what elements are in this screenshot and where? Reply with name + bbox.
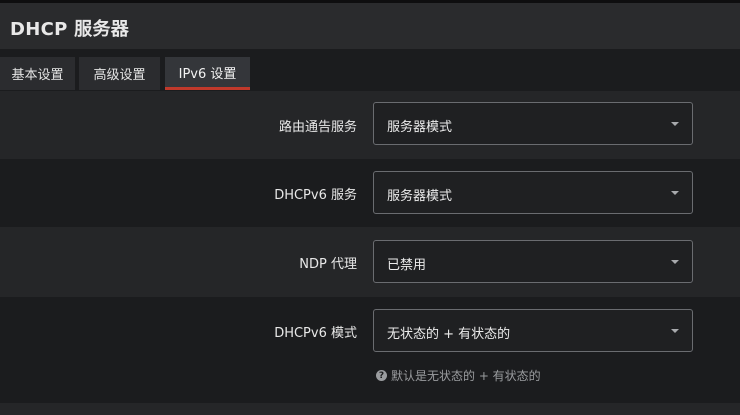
dhcpv6-mode-hint-text: 默认是无状态的 + 有状态的 [391, 369, 541, 383]
caret-down-icon [671, 122, 679, 126]
caret-down-icon [671, 260, 679, 264]
router-advertisement-select[interactable]: 服务器模式 [373, 102, 693, 145]
page-header: DHCP 服务器 [0, 3, 740, 49]
router-advertisement-label: 路由通告服务 [278, 120, 357, 135]
dhcpv6-service-label: DHCPv6 服务 [274, 188, 357, 203]
row-ndp-proxy: NDP 代理 已禁用 [0, 227, 740, 297]
tab-basic-settings[interactable]: 基本设置 [0, 57, 75, 90]
tab-ipv6-settings[interactable]: IPv6 设置 [165, 57, 250, 90]
dhcpv6-mode-select[interactable]: 无状态的 + 有状态的 [373, 309, 693, 352]
caret-down-icon [671, 191, 679, 195]
dhcpv6-mode-value: 无状态的 + 有状态的 [387, 327, 511, 342]
dhcpv6-mode-label: DHCPv6 模式 [274, 326, 357, 341]
tab-bar: 基本设置 高级设置 IPv6 设置 [0, 49, 740, 91]
dhcpv6-service-value: 服务器模式 [387, 189, 453, 204]
dhcpv6-service-select[interactable]: 服务器模式 [373, 171, 693, 214]
row-router-advertisement: 路由通告服务 服务器模式 [0, 91, 740, 159]
row-dhcpv6-mode: DHCPv6 模式 无状态的 + 有状态的 ? 默认是无状态的 + 有状态的 [0, 297, 740, 403]
ndp-proxy-select[interactable]: 已禁用 [373, 240, 693, 283]
dhcpv6-mode-hint: ? 默认是无状态的 + 有状态的 [376, 367, 541, 384]
ndp-proxy-value: 已禁用 [387, 258, 427, 273]
row-next [0, 403, 740, 415]
router-advertisement-value: 服务器模式 [387, 120, 453, 135]
ndp-proxy-label: NDP 代理 [299, 257, 357, 272]
tab-advanced-settings[interactable]: 高级设置 [79, 57, 160, 90]
question-circle-icon: ? [376, 370, 387, 381]
caret-down-icon [671, 329, 679, 333]
row-dhcpv6-service: DHCPv6 服务 服务器模式 [0, 159, 740, 227]
page-title: DHCP 服务器 [10, 19, 130, 40]
